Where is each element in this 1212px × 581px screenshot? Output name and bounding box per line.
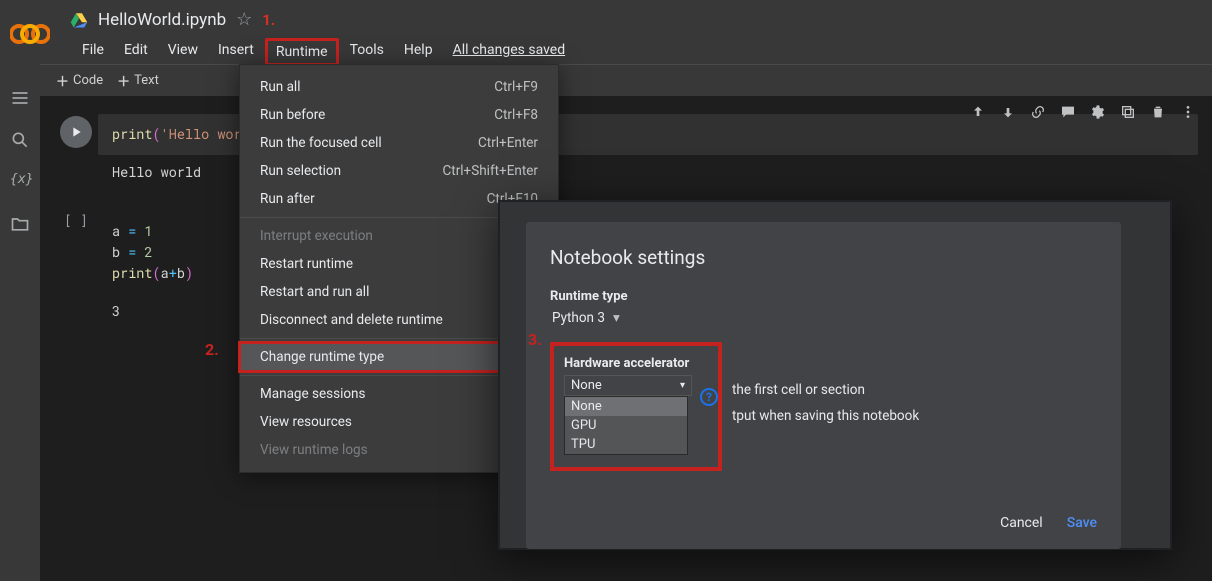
cell-execution-indicator[interactable]: [ ] bbox=[60, 213, 92, 227]
save-button[interactable]: Save bbox=[1067, 515, 1097, 531]
cell-mirror-icon[interactable] bbox=[1120, 104, 1138, 122]
menu-insert[interactable]: Insert bbox=[209, 38, 263, 66]
hardware-accelerator-block: Hardware accelerator None ▾ ? None GPU T… bbox=[550, 342, 722, 471]
menu-edit[interactable]: Edit bbox=[115, 38, 157, 66]
menu-label: Run before bbox=[260, 107, 325, 123]
menu-view[interactable]: View bbox=[159, 38, 207, 66]
option-none[interactable]: None bbox=[565, 397, 687, 416]
menu-label: View runtime logs bbox=[260, 442, 368, 458]
variables-icon[interactable]: {x} bbox=[10, 172, 30, 192]
hint-line: tput when saving this notebook bbox=[732, 404, 919, 430]
menu-label: Restart runtime bbox=[260, 256, 353, 272]
hardware-accelerator-options: None GPU TPU bbox=[564, 396, 688, 455]
menu-label: Restart and run all bbox=[260, 284, 369, 300]
dialog-title: Notebook settings bbox=[550, 246, 1097, 269]
hardware-accelerator-label: Hardware accelerator bbox=[564, 356, 706, 371]
runtime-type-value: Python 3 bbox=[552, 310, 605, 326]
menu-saved-status[interactable]: All changes saved bbox=[444, 38, 575, 66]
notebook-title[interactable]: HelloWorld.ipynb bbox=[98, 10, 226, 30]
menu-shortcut: Ctrl+Shift+Enter bbox=[442, 163, 538, 179]
hardware-accelerator-value: None bbox=[571, 378, 602, 393]
hardware-accelerator-select[interactable]: None ▾ bbox=[564, 375, 692, 396]
menu-tools[interactable]: Tools bbox=[341, 38, 393, 66]
cell-settings-icon[interactable] bbox=[1090, 104, 1108, 122]
cell-comment-icon[interactable] bbox=[1060, 104, 1078, 122]
notebook-settings-dialog: Notebook settings Runtime type Python 3 … bbox=[526, 222, 1121, 549]
cell-delete-icon[interactable] bbox=[1150, 104, 1168, 122]
toc-icon[interactable] bbox=[10, 88, 30, 108]
option-tpu[interactable]: TPU bbox=[565, 435, 687, 454]
annotation-1: 1. bbox=[262, 11, 275, 29]
cell-action-toolbar bbox=[970, 104, 1198, 122]
run-cell-button[interactable] bbox=[60, 116, 92, 148]
annotation-2: 2. bbox=[205, 340, 219, 359]
menu-shortcut: Ctrl+Enter bbox=[478, 135, 538, 151]
menu-label: Change runtime type bbox=[260, 349, 384, 365]
menu-label: Run after bbox=[260, 191, 315, 207]
add-code-button[interactable]: ＋Code bbox=[56, 71, 103, 90]
menu-run-before[interactable]: Run before Ctrl+F8 bbox=[240, 101, 558, 129]
help-icon[interactable]: ? bbox=[700, 388, 718, 406]
menu-shortcut: Ctrl+F8 bbox=[494, 107, 538, 123]
menu-file[interactable]: File bbox=[73, 38, 113, 66]
menu-run-all[interactable]: Run all Ctrl+F9 bbox=[240, 73, 558, 101]
star-icon[interactable]: ☆ bbox=[236, 11, 252, 29]
menu-label: Interrupt execution bbox=[260, 228, 373, 244]
cell-move-up-icon[interactable] bbox=[970, 104, 988, 122]
cell-move-down-icon[interactable] bbox=[1000, 104, 1018, 122]
cell-more-icon[interactable] bbox=[1180, 104, 1198, 122]
dialog-hint-text: the first cell or section tput when savi… bbox=[732, 378, 919, 429]
option-gpu[interactable]: GPU bbox=[565, 416, 687, 435]
menu-run-selection[interactable]: Run selection Ctrl+Shift+Enter bbox=[240, 157, 558, 185]
menu-help[interactable]: Help bbox=[395, 38, 442, 66]
drive-icon bbox=[70, 11, 88, 29]
cell-output: Hello world bbox=[54, 155, 1198, 181]
menu-label: Manage sessions bbox=[260, 386, 365, 402]
chevron-down-icon: ▾ bbox=[680, 380, 685, 391]
menubar: File Edit View Insert Runtime Tools Help… bbox=[73, 38, 574, 66]
search-icon[interactable] bbox=[10, 130, 30, 150]
menu-label: Run all bbox=[260, 79, 300, 95]
menu-run-focused[interactable]: Run the focused cell Ctrl+Enter bbox=[240, 129, 558, 157]
menu-label: Disconnect and delete runtime bbox=[260, 312, 443, 328]
runtime-type-label: Runtime type bbox=[550, 289, 1097, 304]
runtime-type-select[interactable]: Python 3 ▾ bbox=[550, 308, 1097, 328]
menu-label: View resources bbox=[260, 414, 352, 430]
cancel-button[interactable]: Cancel bbox=[1000, 515, 1043, 531]
code-cell[interactable]: print('Hello world') Hello world bbox=[54, 114, 1198, 181]
add-code-label: Code bbox=[73, 73, 103, 88]
annotation-3: 3. bbox=[528, 330, 542, 349]
chevron-down-icon: ▾ bbox=[613, 310, 620, 326]
files-icon[interactable] bbox=[10, 214, 30, 234]
notebook-settings-backdrop: Notebook settings Runtime type Python 3 … bbox=[498, 200, 1172, 550]
cell-link-icon[interactable] bbox=[1030, 104, 1048, 122]
colab-logo bbox=[10, 14, 50, 54]
menu-label: Run the focused cell bbox=[260, 135, 382, 151]
menu-runtime[interactable]: Runtime bbox=[265, 38, 339, 66]
notebook-toolbar: ＋Code ＋Text bbox=[40, 64, 1212, 96]
hint-line: the first cell or section bbox=[732, 378, 919, 404]
left-rail: {x} bbox=[0, 64, 40, 581]
add-text-button[interactable]: ＋Text bbox=[117, 71, 159, 90]
add-text-label: Text bbox=[134, 73, 159, 88]
menu-label: Run selection bbox=[260, 163, 341, 179]
menu-shortcut: Ctrl+F9 bbox=[494, 79, 538, 95]
